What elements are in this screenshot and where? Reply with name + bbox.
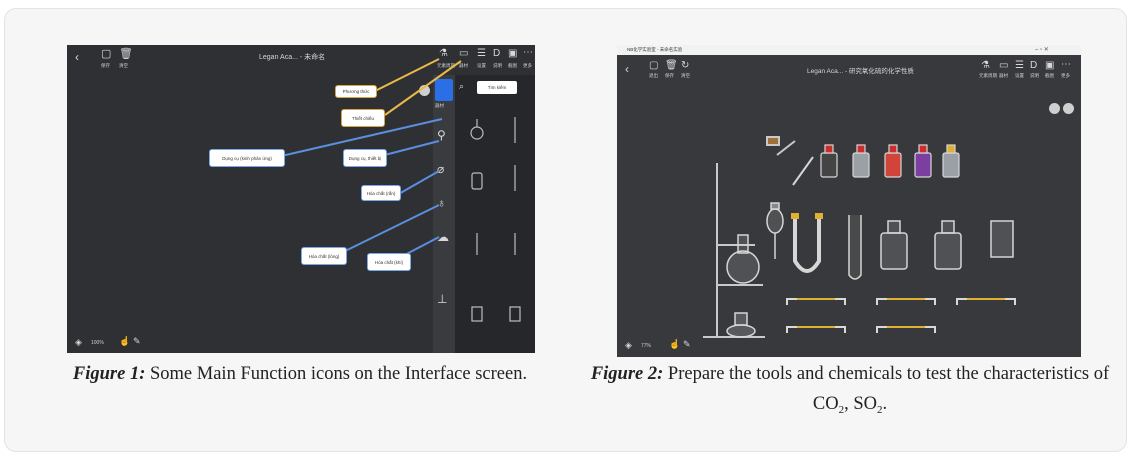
lab-apparatus — [703, 136, 1016, 338]
hand-tool-icon[interactable]: ☝ — [119, 337, 130, 346]
figure-2-caption-label: Figure 2: — [590, 364, 664, 384]
round-flask — [726, 234, 760, 284]
figure-1: ‹ ▢ 保存 🗑 清空 Legan Aca... - 未命名 ⚗ 元素周期 ▭ … — [5, 9, 565, 453]
gas-bottle-2 — [934, 220, 962, 270]
reagent-bottle-clear — [852, 144, 870, 178]
figure-2-caption-end: . — [882, 394, 888, 414]
zoom-level[interactable]: 77% — [641, 343, 651, 349]
separatory-funnel — [766, 202, 784, 259]
figure-2: NB化学实验室 - 未命名实验 – ▫ ✕ ‹ ▢ 退出 🗑 保存 ↻ 清空 L… — [565, 9, 1128, 453]
callout-lines — [276, 58, 462, 260]
callout-dimension: Thiết chiều — [341, 109, 385, 127]
zoom-level[interactable]: 100% — [91, 340, 104, 346]
locate-icon[interactable]: ◈ — [625, 341, 632, 350]
pen-tool-icon[interactable]: ✎ — [683, 340, 691, 349]
figure-2-caption-mid: , SO — [844, 394, 877, 414]
hand-tool-icon[interactable]: ☝ — [669, 340, 680, 349]
gas-bottle-1 — [880, 220, 908, 270]
figure-2-screenshot: NB化学实验室 - 未命名实验 – ▫ ✕ ‹ ▢ 退出 🗑 保存 ↻ 清空 L… — [617, 45, 1081, 357]
callout-solid: Hóa chất (rắn) — [361, 185, 401, 201]
reagent-bottle-black — [820, 144, 838, 178]
u-tube-stopper-left — [791, 213, 799, 219]
figure-1-caption: Figure 1: Some Main Function icons on th… — [35, 359, 565, 389]
beaker — [990, 220, 1014, 258]
callout-equipment: Dụng cụ, thiết bị — [343, 149, 387, 167]
retort-stand — [703, 163, 765, 338]
callout-reaction-tools: Dụng cụ (kinh phản ứng) — [209, 149, 285, 167]
u-tube — [793, 219, 821, 273]
reagent-bottle-grey — [942, 144, 960, 178]
reagent-bottle-red — [884, 144, 902, 178]
callout-method: Phương thức — [335, 85, 377, 98]
figure-2-caption: Figure 2: Prepare the tools and chemical… — [585, 359, 1115, 425]
spatula — [766, 136, 796, 156]
alcohol-lamp — [726, 312, 756, 338]
figure-1-caption-text: Some Main Function icons on the Interfac… — [150, 364, 528, 384]
locate-icon[interactable]: ◈ — [75, 338, 82, 347]
u-tube-stopper-right — [815, 213, 823, 219]
reagent-bottle-purple — [914, 144, 932, 178]
test-tube — [848, 215, 862, 280]
rubber-tube-highlights — [797, 298, 1005, 328]
figure-2-caption-text: Prepare the tools and chemicals to test … — [667, 364, 1110, 414]
callout-liquid: Hóa chất (lỏng) — [301, 247, 347, 265]
glass-rod — [792, 156, 814, 186]
callout-gas: Hóa chất (khí) — [367, 253, 411, 271]
figure-1-screenshot: ‹ ▢ 保存 🗑 清空 Legan Aca... - 未命名 ⚗ 元素周期 ▭ … — [67, 45, 535, 353]
figures-panel: ‹ ▢ 保存 🗑 清空 Legan Aca... - 未命名 ⚗ 元素周期 ▭ … — [4, 8, 1127, 452]
figure-1-caption-label: Figure 1: — [72, 364, 146, 384]
pen-tool-icon[interactable]: ✎ — [133, 337, 141, 346]
